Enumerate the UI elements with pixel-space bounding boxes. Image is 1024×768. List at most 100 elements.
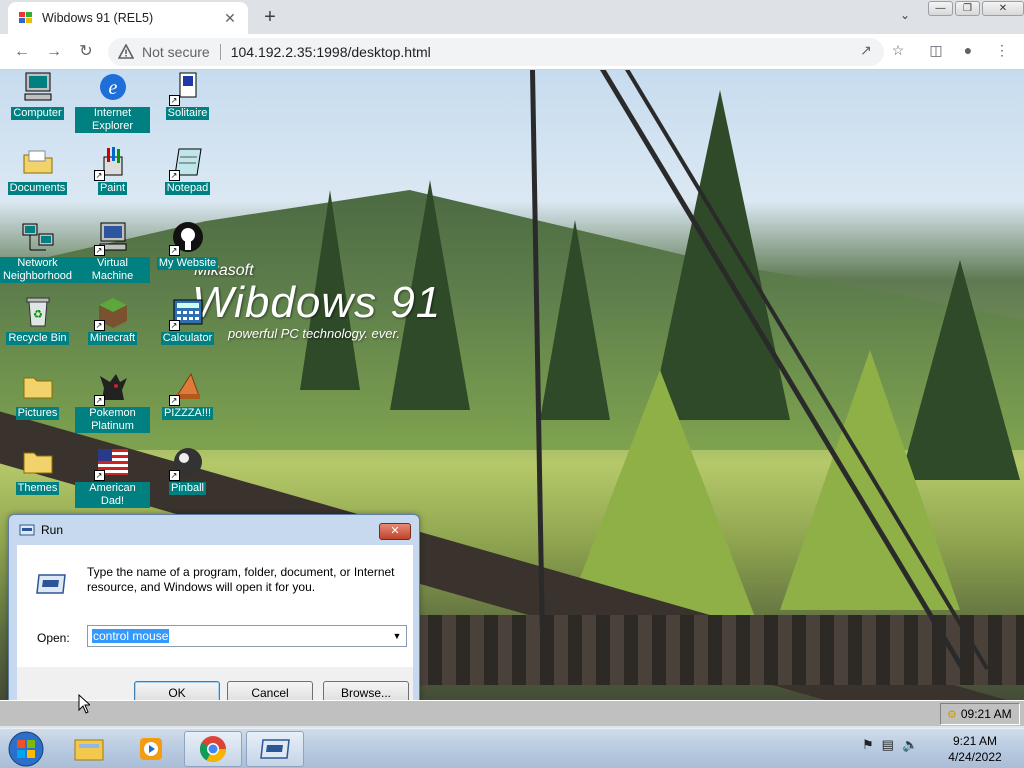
open-label: Open:	[37, 631, 70, 645]
reload-icon[interactable]: ↻	[74, 40, 98, 64]
profile-avatar-icon[interactable]: ●	[958, 42, 978, 62]
desktop-icon-label: Paint	[97, 182, 128, 195]
desktop-icon-label: Pinball	[168, 482, 207, 495]
bridge-deck	[400, 615, 1024, 685]
run-program-icon	[36, 574, 66, 594]
desktop-icon-label: Documents	[7, 182, 68, 195]
desktop-icon-label: Network Neighborhood	[0, 257, 75, 283]
url-text[interactable]: 104.192.2.35:1998/desktop.html	[231, 44, 431, 60]
run-program-icon	[260, 739, 290, 759]
network-status-icon[interactable]: ▤	[882, 737, 894, 753]
desktop-icon-minecraft[interactable]: ↗ Minecraft	[75, 295, 150, 345]
desktop-icon-pokemon-platinum[interactable]: ↗ Pokemon Platinum	[75, 370, 150, 433]
forward-arrow-icon[interactable]: →	[42, 40, 66, 64]
recycle-bin-icon: ♻	[26, 297, 49, 327]
taskbar-media-player-button[interactable]	[122, 731, 180, 767]
taskbar-run-button[interactable]	[246, 731, 304, 767]
shortcut-arrow-icon: ↗	[93, 170, 105, 181]
wibdows-clock-text: 09:21 AM	[960, 707, 1012, 721]
tab-title: Wibdows 91 (REL5)	[42, 11, 154, 25]
desktop-icon-american-dad[interactable]: ↗ American Dad!	[75, 445, 150, 508]
calculator-icon: ↗	[168, 295, 205, 331]
key-icon: ⚙	[947, 709, 957, 721]
run-dialog-titlebar[interactable]: Run	[9, 515, 419, 545]
virtual-machine-icon: ↗	[93, 220, 130, 256]
desktop-icon-label: Solitaire	[165, 107, 210, 120]
paint-icon: ↗	[93, 145, 130, 181]
notepad-icon: ↗	[168, 145, 205, 181]
shortcut-arrow-icon: ↗	[93, 320, 105, 331]
svg-text:e: e	[108, 77, 117, 99]
share-icon[interactable]: ↗	[856, 42, 876, 62]
desktop-icon-label: Recycle Bin	[6, 332, 69, 345]
address-bar[interactable]: Not secure 104.192.2.35:1998/desktop.htm…	[108, 38, 884, 66]
shortcut-arrow-icon: ↗	[93, 395, 105, 406]
run-dialog-close-button[interactable]: ✕	[379, 523, 411, 540]
side-panel-icon[interactable]: ◫	[926, 42, 946, 62]
shortcut-arrow-icon: ↗	[168, 95, 180, 106]
desktop-icon-label: Computer	[11, 107, 64, 120]
desktop-icon-label: Minecraft	[87, 332, 138, 345]
browser-toolbar: ← → ↻ Not secure 104.192.2.35:1998/deskt…	[0, 34, 1024, 70]
minimize-window-button[interactable]: —	[928, 1, 953, 16]
desktop-icon-network-neighborhood[interactable]: Network Neighborhood	[0, 220, 75, 283]
os-name: Wibdows 91	[192, 278, 442, 327]
desktop-icon-label: Virtual Machine	[75, 257, 150, 283]
shortcut-arrow-icon: ↗	[93, 470, 105, 481]
browser-tab-strip: Wibdows 91 (REL5) ✕ + ⌄ — ❐ ✕	[0, 0, 1024, 34]
desktop-icon-pizzza[interactable]: ↗ PIZZZA!!!	[150, 370, 225, 420]
documents-folder-icon	[23, 150, 52, 174]
taskbar-chrome-button[interactable]	[184, 731, 242, 767]
themes-folder-icon	[23, 452, 52, 474]
volume-icon[interactable]: 🔈	[902, 737, 918, 753]
desktop-icon-label: Internet Explorer	[75, 107, 150, 133]
bookmark-star-icon[interactable]: ☆	[888, 42, 908, 62]
tab-search-chevron-icon[interactable]: ⌄	[895, 8, 915, 26]
dropdown-arrow-icon[interactable]: ▼	[390, 629, 404, 643]
desktop-icon-label: American Dad!	[75, 482, 150, 508]
desktop-icon-documents[interactable]: Documents	[0, 145, 75, 195]
desktop-icon-label: Calculator	[160, 332, 215, 345]
desktop-icon-computer[interactable]: Computer	[0, 70, 75, 120]
desktop-icon-label: My Website	[156, 257, 219, 270]
desktop-icon-themes[interactable]: Themes	[0, 445, 75, 495]
desktop-icon-recycle-bin[interactable]: ♻ Recycle Bin	[0, 295, 75, 345]
security-status[interactable]: Not secure	[142, 44, 210, 60]
desktop-icon-pinball[interactable]: ↗ Pinball	[150, 445, 225, 495]
taskbar-clock[interactable]: 9:21 AM 4/24/2022	[940, 733, 1010, 765]
desktop-icon-my-website[interactable]: ↗ My Website	[150, 220, 225, 270]
window-controls: — ❐ ✕	[928, 1, 1024, 16]
open-combobox[interactable]: control mouse ▼	[87, 625, 407, 647]
new-tab-button[interactable]: +	[258, 6, 282, 28]
american-flag-icon: ↗	[93, 445, 130, 481]
taskbar-explorer-button[interactable]	[60, 731, 118, 767]
pinball-icon: ↗	[168, 445, 205, 481]
restore-window-button[interactable]: ❐	[955, 1, 980, 16]
os-tagline: powerful PC technology. ever.	[228, 326, 400, 341]
run-dialog-title: Run	[41, 523, 64, 537]
desktop-icon-solitaire[interactable]: ↗ Solitaire	[150, 70, 225, 120]
browser-menu-icon[interactable]: ⋮	[992, 42, 1012, 62]
start-button-icon[interactable]	[6, 730, 46, 768]
desktop-icon-pictures[interactable]: Pictures	[0, 370, 75, 420]
shortcut-arrow-icon: ↗	[168, 470, 180, 481]
shortcut-arrow-icon: ↗	[168, 170, 180, 181]
action-center-flag-icon[interactable]: ⚑	[862, 737, 874, 753]
system-tray: ⚑ ▤ 🔈	[862, 737, 918, 753]
close-window-button[interactable]: ✕	[982, 1, 1024, 16]
wibdows-taskbar: ⚙ 09:21 AM	[0, 700, 1024, 726]
pizza-icon: ↗	[168, 370, 205, 406]
desktop-icon-virtual-machine[interactable]: ↗ Virtual Machine	[75, 220, 150, 283]
desktop-icon-internet-explorer[interactable]: e Internet Explorer	[75, 70, 150, 133]
wibdows-desktop[interactable]: Mikasoft Wibdows 91 powerful PC technolo…	[0, 70, 1024, 726]
desktop-icon-paint[interactable]: ↗ Paint	[75, 145, 150, 195]
browser-tab[interactable]: Wibdows 91 (REL5) ✕	[8, 2, 248, 34]
desktop-icon-calculator[interactable]: ↗ Calculator	[150, 295, 225, 345]
desktop-icon-notepad[interactable]: ↗ Notepad	[150, 145, 225, 195]
tab-close-icon[interactable]: ✕	[222, 10, 238, 27]
windows-taskbar: ⚑ ▤ 🔈 9:21 AM 4/24/2022	[0, 728, 1024, 768]
svg-text:♻: ♻	[33, 308, 43, 321]
open-combobox-value[interactable]: control mouse	[92, 629, 170, 643]
back-arrow-icon[interactable]: ←	[10, 40, 34, 64]
clock-time: 9:21 AM	[952, 734, 998, 748]
